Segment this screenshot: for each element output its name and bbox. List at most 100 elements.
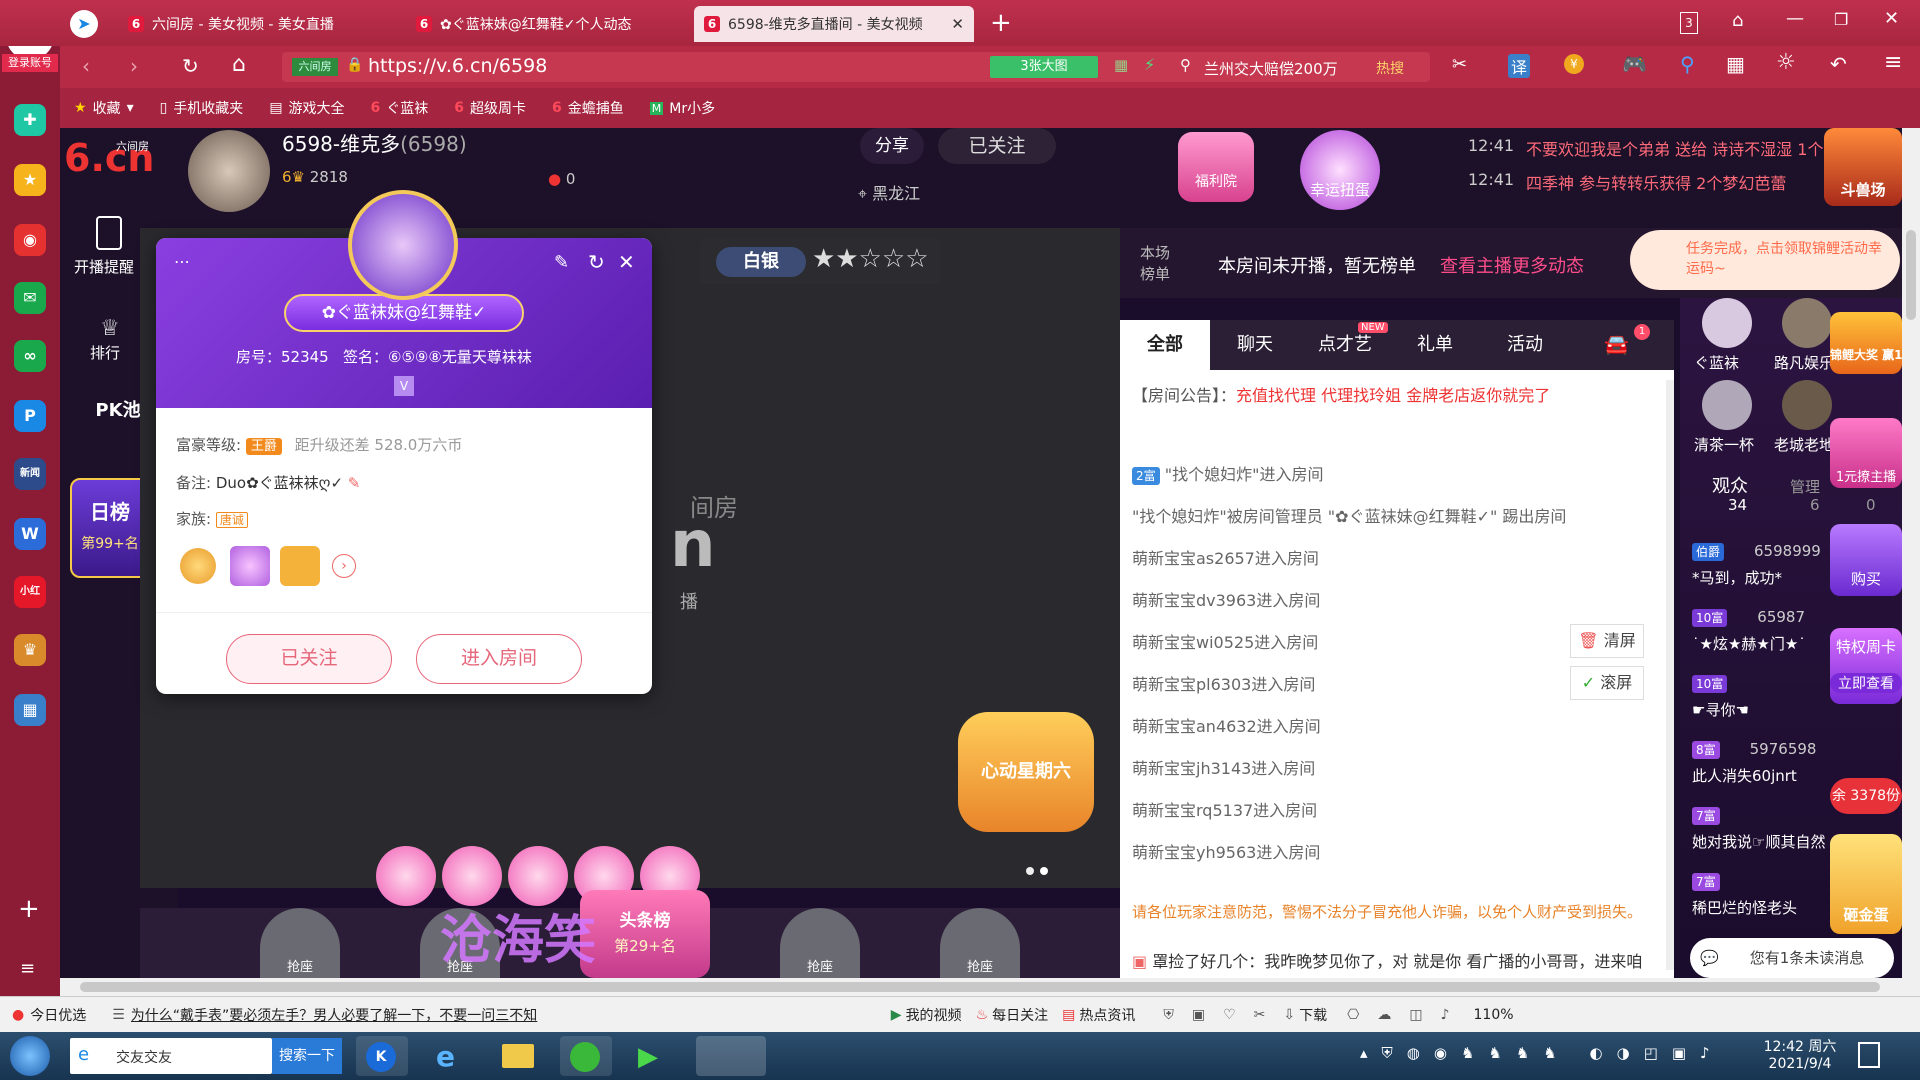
bookmark-item[interactable]: 6 超级周卡 <box>454 98 526 118</box>
wand-icon[interactable]: ✎ <box>554 252 569 273</box>
anchor-avatar[interactable] <box>188 130 270 212</box>
viewer-row[interactable]: 10富 ☛寻你☚ <box>1692 674 1842 734</box>
carousel-dot[interactable] <box>1026 867 1034 875</box>
guest-avatar[interactable] <box>1702 298 1752 348</box>
viewer-row[interactable]: 8富 5976598 此人消失60jnrt <box>1692 740 1842 800</box>
koi-promo[interactable]: 锦鲤大奖 赢10万六币 <box>1830 312 1902 374</box>
link-icon[interactable]: ∞ <box>14 340 46 372</box>
login-label[interactable]: 登录账号 <box>2 54 58 72</box>
seat-slot[interactable]: 抢座 <box>780 908 860 978</box>
menu-icon[interactable]: ≡ <box>20 958 35 979</box>
admins-label[interactable]: 管理 <box>1790 476 1820 497</box>
undo-icon[interactable]: ↶ <box>1830 52 1847 76</box>
more-icon[interactable]: ⋯ <box>174 252 190 271</box>
tab-gifts[interactable]: 礼单 <box>1390 320 1480 370</box>
nav-live-reminder[interactable]: 开播提醒 <box>74 256 134 277</box>
url-field[interactable]: 六间房 🔒 https://v.6.cn/6598 3张大图 ▦ ⚡ ⌄ <box>282 52 1212 82</box>
buy-button[interactable]: 购买 <box>1830 524 1902 596</box>
taskbar-video-app[interactable] <box>696 1036 766 1076</box>
taskbar-browser[interactable] <box>560 1036 612 1076</box>
golden-egg-promo[interactable]: 砸金蛋 <box>1830 834 1902 934</box>
tab-chat[interactable]: 聊天 <box>1210 320 1300 370</box>
game-icon[interactable]: ♛ <box>14 634 46 666</box>
favorites-icon[interactable]: ★ <box>14 164 46 196</box>
taskbar-search[interactable]: e 交友交友 <box>70 1038 272 1074</box>
vertical-scrollbar[interactable] <box>1902 128 1920 978</box>
status-daily-pick[interactable]: 今日优选 <box>30 1005 86 1025</box>
tab-1[interactable]: 6 六间房 - 美女视频 - 美女直播 <box>118 6 400 42</box>
gamepad-icon[interactable]: 🎮 <box>1622 52 1647 76</box>
viewer-row[interactable]: 7富 稀巴烂的怪老头 <box>1692 872 1842 932</box>
viewer-row[interactable]: 7富 她对我说☞顺其自然 <box>1692 806 1842 866</box>
refresh-icon[interactable]: ↻ <box>588 250 605 274</box>
viewer-row[interactable]: 10富 65987 ˙★炫★赫★门★˙ <box>1692 608 1842 668</box>
bookmark-item[interactable]: 6 金蟾捕鱼 <box>552 98 624 118</box>
vip-card-action[interactable]: 立即查看 <box>1830 673 1902 693</box>
scissors-icon[interactable]: ✂ <box>1452 54 1467 75</box>
status-download[interactable]: 下载 <box>1299 1005 1327 1025</box>
status-headline[interactable]: 为什么“戴手表”要必须左手？男人必要了解一下，不要一问三不知 <box>131 1005 601 1025</box>
viewers-label[interactable]: 观众 <box>1712 472 1748 498</box>
news-icon[interactable]: 新闻 <box>14 458 46 490</box>
tab-activity[interactable]: 活动 <box>1480 320 1570 370</box>
bookmark-item[interactable]: ▯ 手机收藏夹 <box>160 98 244 118</box>
guest-avatar[interactable] <box>1782 298 1832 348</box>
promo-badge[interactable]: 心动星期六 <box>958 712 1094 832</box>
close-window-icon[interactable]: ✕ <box>1884 8 1899 29</box>
horizontal-scrollbar[interactable] <box>60 978 1920 996</box>
seat-slot[interactable]: 抢座 <box>260 908 340 978</box>
word-icon[interactable]: W <box>14 518 46 550</box>
bookmark-item[interactable]: M Mr小多 <box>649 98 715 118</box>
welfare-icon[interactable]: 福利院 <box>1178 132 1254 202</box>
taskbar-search-button[interactable]: 搜索一下 <box>272 1038 342 1074</box>
shirt-icon[interactable]: ⌂ <box>1732 10 1743 31</box>
status-hot-news[interactable]: 热点资讯 <box>1079 1005 1135 1025</box>
follow-button[interactable]: 已关注 <box>938 128 1056 164</box>
enter-room-button[interactable]: 进入房间 <box>416 634 582 684</box>
main-menu-icon[interactable]: ≡ <box>1884 50 1902 75</box>
taskbar-app-k[interactable]: K <box>356 1036 408 1076</box>
restore-icon[interactable]: ❐ <box>1834 10 1848 29</box>
close-icon[interactable]: ✕ <box>618 250 635 274</box>
navigate-icon[interactable]: ➤ <box>70 10 98 38</box>
taskbar-ie[interactable]: e <box>424 1036 476 1076</box>
status-daily-follow[interactable]: 每日关注 <box>992 1005 1048 1025</box>
clear-screen-button[interactable]: 🗑 清屏 <box>1570 624 1644 658</box>
minimize-icon[interactable]: — <box>1786 8 1804 29</box>
scroll-thumb[interactable] <box>80 982 1880 992</box>
notification-icon[interactable] <box>1858 1042 1880 1068</box>
close-tab-icon[interactable]: ✕ <box>951 15 964 33</box>
tab-3[interactable]: 6 6598-维克多直播间 - 美女视频 ✕ <box>694 6 974 42</box>
refresh-icon[interactable]: ↻ <box>182 54 199 78</box>
lucky-capsule-icon[interactable]: 幸运扭蛋 <box>1300 130 1380 210</box>
guest-avatar[interactable] <box>1782 380 1832 430</box>
app2-icon[interactable]: ▦ <box>14 694 46 726</box>
chevron-right-icon[interactable]: › <box>332 554 356 578</box>
translate-icon[interactable]: 译 <box>1508 54 1531 78</box>
zoom-level[interactable]: 110% <box>1474 1007 1514 1023</box>
clock[interactable]: 12:42 周六 2021/9/4 <box>1760 1036 1840 1072</box>
status-more-icons[interactable]: ⎔☁◫♪ <box>1347 1007 1467 1023</box>
seat-slot[interactable]: 抢座 <box>940 908 1020 978</box>
apps-icon[interactable]: ▦ <box>1726 52 1745 76</box>
viewer-row[interactable]: 伯爵 6598999 *马到，成功* <box>1692 542 1842 602</box>
one-yuan-promo[interactable]: 1元撩主播 <box>1830 418 1902 488</box>
bolt-icon[interactable]: ⚡ <box>1144 55 1155 74</box>
share-button[interactable]: 分享 <box>860 128 924 164</box>
taskbar-explorer[interactable] <box>492 1036 544 1076</box>
weibo-icon[interactable]: ◉ <box>14 224 46 256</box>
unread-messages[interactable]: 💬 您有1条未读消息 <box>1690 938 1894 978</box>
chat-scrollbar[interactable] <box>1666 380 1674 970</box>
forward-icon[interactable]: › <box>130 54 138 78</box>
coin-icon[interactable]: ¥ <box>1564 54 1584 74</box>
tray-icons[interactable]: ▴⛨◍◉♞♞♞♞ ◐◑◰▣♪ <box>1360 1044 1724 1062</box>
rank-tab[interactable]: 本场榜单 <box>1140 242 1180 284</box>
back-icon[interactable]: ‹ <box>82 54 90 78</box>
brightness-icon[interactable]: ☼ <box>1776 50 1796 75</box>
p-app-icon[interactable]: P <box>14 400 46 432</box>
nav-rank[interactable]: 排行 <box>90 342 120 363</box>
headline-rank[interactable]: 头条榜 第29+名 <box>580 890 710 978</box>
zoom-icon[interactable]: ⚲ <box>1680 52 1695 76</box>
red-book-icon[interactable]: 小红 <box>14 576 46 608</box>
bookmark-item[interactable]: ★ 收藏 ▾ <box>74 98 134 118</box>
